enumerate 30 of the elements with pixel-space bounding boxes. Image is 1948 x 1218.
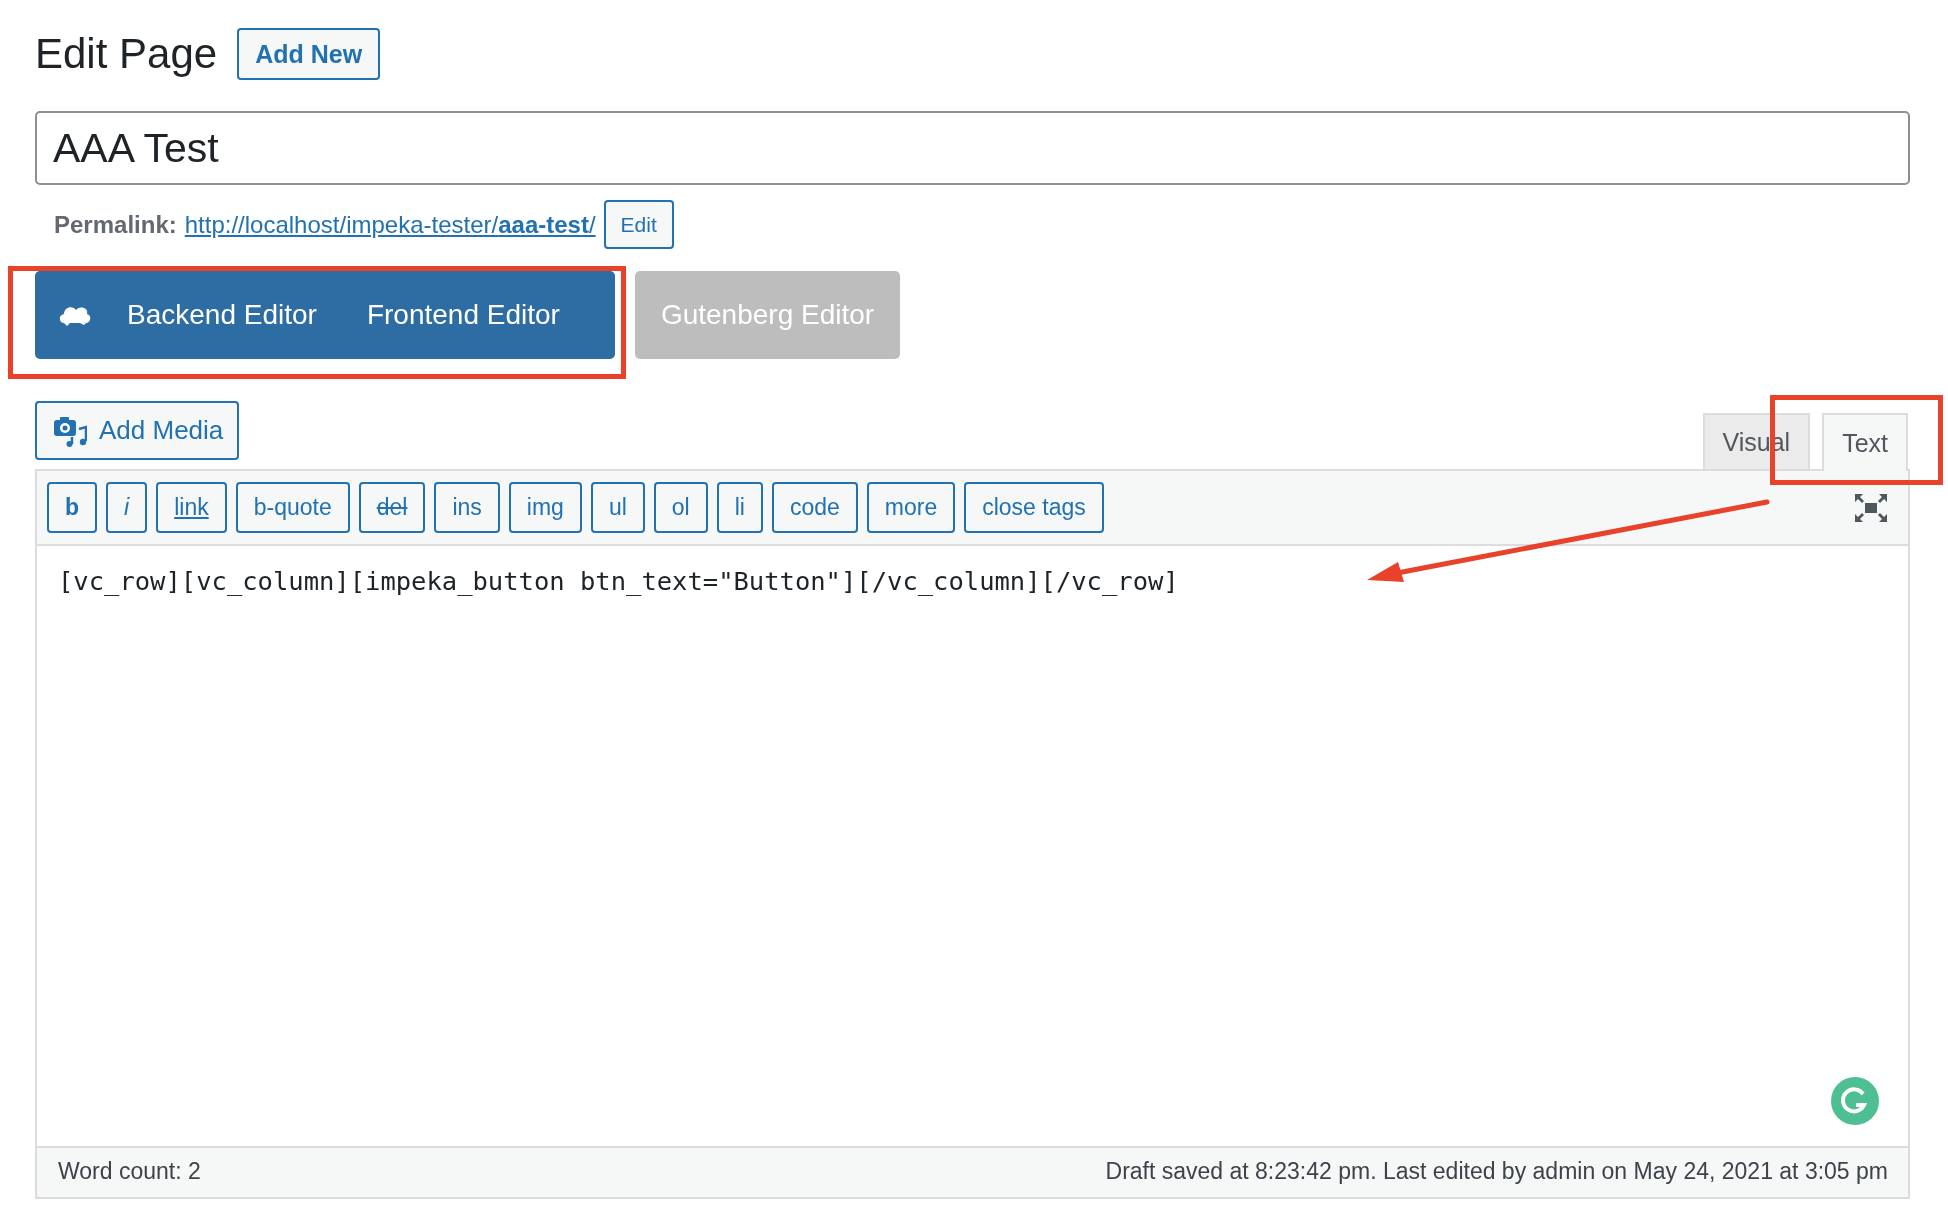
fullscreen-icon[interactable]: [1854, 492, 1888, 523]
format-button[interactable]: del: [358, 482, 426, 533]
format-button[interactable]: i: [106, 482, 148, 533]
word-count: Word count: 2: [58, 1158, 201, 1185]
editor-mode-button[interactable]: Frontend Editor: [341, 271, 585, 359]
edit-permalink-button[interactable]: Edit: [603, 200, 674, 249]
title-field[interactable]: AAA Test: [35, 111, 1910, 185]
format-button[interactable]: b-quote: [235, 482, 350, 533]
add-new-button[interactable]: Add New: [237, 28, 381, 80]
format-button[interactable]: link: [156, 482, 227, 533]
camera-music-icon: [53, 414, 87, 447]
format-button[interactable]: ul: [590, 482, 645, 533]
shortcode-text: [vc_row][vc_column][impeka_button btn_text="Button"][/vc_column][/vc_row]: [58, 566, 1180, 596]
format-button[interactable]: ol: [653, 482, 708, 533]
format-button[interactable]: img: [508, 482, 582, 533]
save-status: Draft saved at 8:23:42 pm. Last edited by admin on May 24, 2021 at 3:05 pm: [1105, 1158, 1888, 1185]
permalink-link[interactable]: http://localhost/impeka-tester/aaa-test/: [184, 210, 596, 239]
format-button[interactable]: li: [716, 482, 763, 533]
editor-tab[interactable]: Text: [1822, 413, 1908, 471]
text-editor-area[interactable]: [vc_row][vc_column][impeka_button btn_text="Button"][/vc_column][/vc_row]: [37, 546, 1908, 1146]
add-media-button[interactable]: Add Media: [35, 401, 240, 460]
format-button[interactable]: close tags: [964, 482, 1104, 533]
format-button[interactable]: b: [47, 482, 98, 533]
format-button[interactable]: ins: [434, 482, 500, 533]
format-button[interactable]: code: [771, 482, 858, 533]
page-heading: Edit Page: [35, 30, 218, 78]
permalink-label: Permalink:: [54, 210, 177, 239]
format-button[interactable]: more: [866, 482, 956, 533]
grammar-checker-icon[interactable]: [1830, 1076, 1880, 1126]
editor-mode-button[interactable]: Backend Editor: [127, 271, 342, 359]
